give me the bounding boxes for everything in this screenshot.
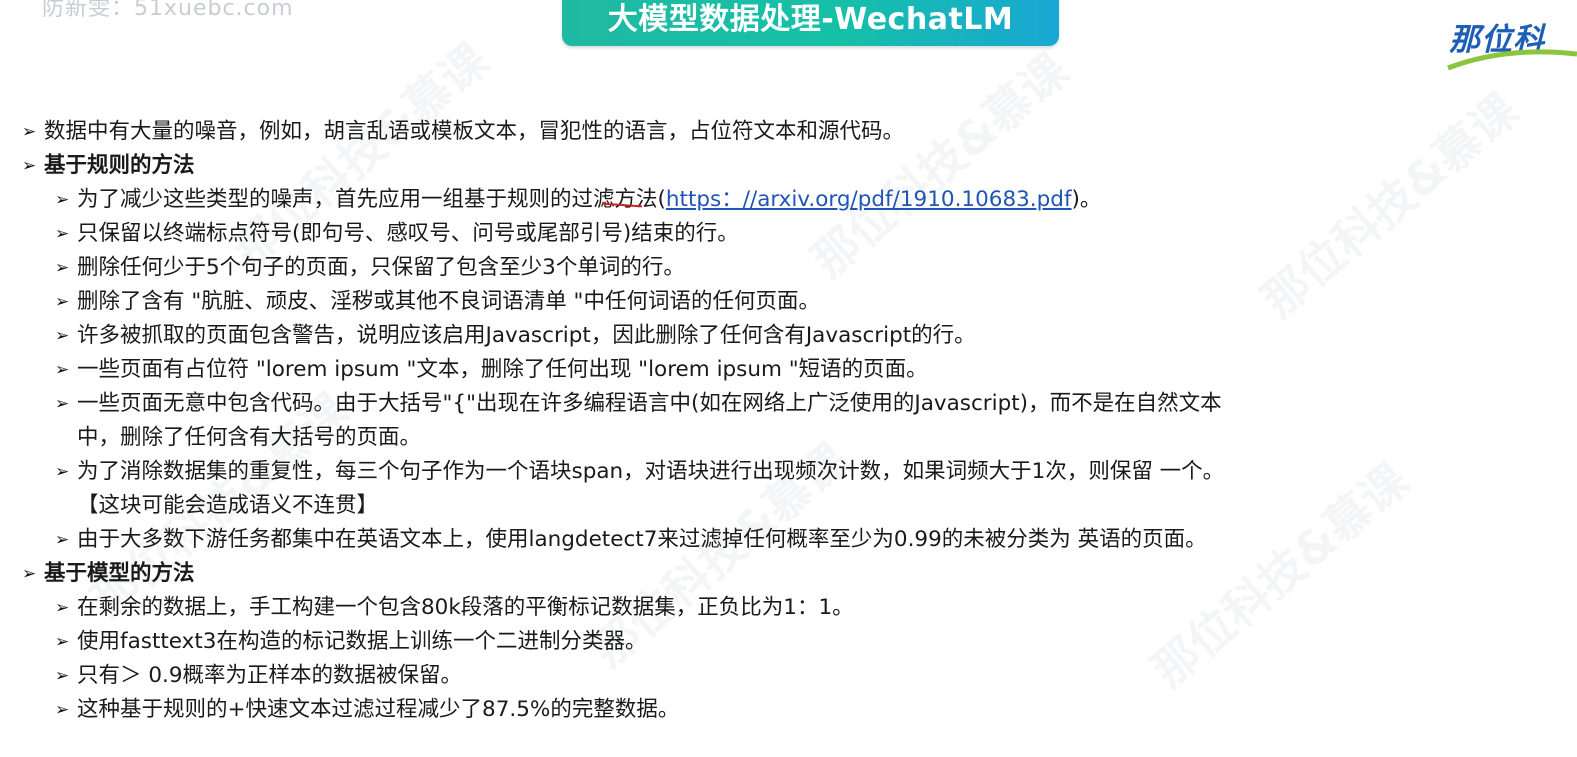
- list-item: ➢ 一些页面无意中包含代码。由于大括号"{"出现在许多编程语言中(如在网络上广泛使…: [22, 387, 1542, 421]
- list-item: ➢ 这种基于规则的+快速文本过滤过程减少了87.5%的完整数据。: [22, 693, 1542, 727]
- item-text: 删除任何少于5个句子的页面，只保留了包含至少3个单词的行。: [77, 255, 685, 280]
- arrow-bullet-icon: ➢: [55, 462, 70, 482]
- item-text: 删除了含有 "肮脏、顽皮、淫秽或其他不良词语清单 "中任何词语的任何页面。: [77, 289, 820, 314]
- arrow-bullet-icon: ➢: [55, 326, 70, 346]
- list-item: ➢ 删除了含有 "肮脏、顽皮、淫秽或其他不良词语清单 "中任何词语的任何页面。: [22, 285, 1542, 319]
- list-item: ➢ 一些页面有占位符 "lorem ipsum "文本，删除了任何出现 "lore…: [22, 353, 1542, 387]
- list-item-continuation: 【这块可能会造成语义不连贯】: [22, 489, 1542, 523]
- item-text: 在剩余的数据上，手工构建一个包含80k段落的平衡标记数据集，正负比为1：1。: [77, 595, 854, 620]
- item-text: 数据中有大量的噪音，例如，胡言乱语或模板文本，冒犯性的语言，占位符文本和源代码。: [44, 119, 905, 144]
- item-text: 中，删除了任何含有大括号的页面。: [77, 425, 422, 450]
- arrow-bullet-icon: ➢: [55, 258, 70, 278]
- item-text: 一些页面有占位符 "lorem ipsum "文本，删除了任何出现 "lorem…: [77, 357, 928, 382]
- arrow-bullet-icon: ➢: [55, 224, 70, 244]
- arrow-bullet-icon: ➢: [55, 190, 70, 210]
- heading-text: 基于规则的方法: [44, 153, 195, 178]
- list-item: ➢ 只保留以终端标点符号(即句号、感叹号、问号或尾部引号)结束的行。: [22, 217, 1542, 251]
- item-text: 一些页面无意中包含代码。由于大括号"{"出现在许多编程语言中(如在网络上广泛使用…: [77, 391, 1222, 416]
- arxiv-link[interactable]: https：//arxiv.org/pdf/1910.10683.pdf: [666, 187, 1072, 212]
- item-text: 这种基于规则的+快速文本过滤过程减少了87.5%的完整数据。: [77, 697, 680, 722]
- list-item: ➢ 删除任何少于5个句子的页面，只保留了包含至少3个单词的行。: [22, 251, 1542, 285]
- item-text: 为了减少这些类型的噪声，首先应用一组基于规则的过滤方法(: [77, 187, 666, 212]
- list-item: ➢ 数据中有大量的噪音，例如，胡言乱语或模板文本，冒犯性的语言，占位符文本和源代码…: [22, 115, 1542, 149]
- arrow-bullet-icon: ➢: [22, 156, 37, 176]
- arrow-bullet-icon: ➢: [22, 564, 37, 584]
- item-text: )。: [1071, 187, 1102, 212]
- logo-swoosh-icon: [1447, 49, 1577, 71]
- arrow-bullet-icon: ➢: [55, 394, 70, 414]
- logo: 那位科: [1446, 6, 1577, 74]
- item-text: 使用fasttext3在构造的标记数据上训练一个二进制分类器。: [77, 629, 647, 654]
- list-item: ➢ 使用fasttext3在构造的标记数据上训练一个二进制分类器。: [22, 625, 1542, 659]
- item-text: 许多被抓取的页面包含警告，说明应该启用Javascript，因此删除了任何含有J…: [77, 323, 976, 348]
- slide-body: ➢ 数据中有大量的噪音，例如，胡言乱语或模板文本，冒犯性的语言，占位符文本和源代码…: [22, 115, 1542, 727]
- arrow-bullet-icon: ➢: [55, 632, 70, 652]
- top-watermark: 防新雯：51xuebc.com: [42, 0, 294, 21]
- arrow-bullet-icon: ➢: [55, 700, 70, 720]
- list-item-continuation: 中，删除了任何含有大括号的页面。: [22, 421, 1542, 455]
- list-item: ➢ 只有＞ 0.9概率为正样本的数据被保留。: [22, 659, 1542, 693]
- item-text: 【这块可能会造成语义不连贯】: [77, 493, 379, 518]
- section-heading-model-based: ➢ 基于模型的方法: [22, 557, 1542, 591]
- item-text: 为了消除数据集的重复性，每三个句子作为一个语块span，对语块进行出现频次计数，…: [77, 459, 1225, 484]
- arrow-bullet-icon: ➢: [55, 292, 70, 312]
- item-text: 只保留以终端标点符号(即句号、感叹号、问号或尾部引号)结束的行。: [77, 221, 739, 246]
- list-item: ➢ 由于大多数下游任务都集中在英语文本上，使用langdetect7来过滤掉任何概…: [22, 523, 1542, 557]
- arrow-bullet-icon: ➢: [55, 666, 70, 686]
- list-item: ➢ 为了消除数据集的重复性，每三个句子作为一个语块span，对语块进行出现频次计数…: [22, 455, 1542, 489]
- section-heading-rule-based: ➢ 基于规则的方法: [22, 149, 1542, 183]
- heading-text: 基于模型的方法: [44, 561, 195, 586]
- list-item: ➢ 许多被抓取的页面包含警告，说明应该启用Javascript，因此删除了任何含有…: [22, 319, 1542, 353]
- arrow-bullet-icon: ➢: [22, 122, 37, 142]
- arrow-bullet-icon: ➢: [55, 360, 70, 380]
- slide-title: 大模型数据处理-WechatLM: [607, 2, 1014, 37]
- list-item: ➢ 在剩余的数据上，手工构建一个包含80k段落的平衡标记数据集，正负比为1：1。: [22, 591, 1542, 625]
- title-banner: 大模型数据处理-WechatLM: [562, 0, 1059, 46]
- arrow-bullet-icon: ➢: [55, 598, 70, 618]
- item-text: 由于大多数下游任务都集中在英语文本上，使用langdetect7来过滤掉任何概率…: [77, 527, 1207, 552]
- list-item: ➢ 为了减少这些类型的噪声，首先应用一组基于规则的过滤方法(https：//arx…: [22, 183, 1542, 217]
- arrow-bullet-icon: ➢: [55, 530, 70, 550]
- item-text: 只有＞ 0.9概率为正样本的数据被保留。: [77, 663, 463, 688]
